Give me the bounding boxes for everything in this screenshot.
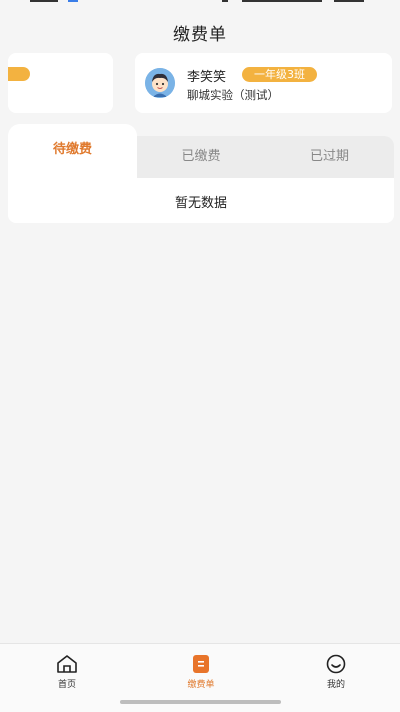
- status-bar: [0, 0, 400, 10]
- student-card-previous[interactable]: [8, 53, 113, 113]
- school-name: 聊城实验（测试）: [187, 88, 279, 102]
- class-badge: 一年级3班: [242, 67, 317, 82]
- tab-expired[interactable]: 已过期: [265, 136, 394, 178]
- home-indicator[interactable]: [120, 700, 281, 704]
- tabbar-item-mine[interactable]: 我的: [306, 654, 366, 690]
- bill-icon: [193, 655, 209, 673]
- student-name: 李笑笑: [187, 70, 227, 85]
- home-icon: [57, 655, 77, 673]
- profile-icon: [326, 654, 346, 674]
- tab-paid[interactable]: 已缴费: [137, 136, 265, 178]
- tabbar-item-bills[interactable]: 缴费单: [171, 654, 231, 690]
- avatar: [145, 68, 175, 98]
- tab-pending[interactable]: 待缴费: [8, 124, 137, 178]
- status-bar-left: [30, 0, 78, 2]
- class-badge-partial: [8, 67, 30, 81]
- tabbar-label-mine: 我的: [326, 680, 345, 690]
- empty-state-text: 暂无数据: [174, 196, 227, 211]
- student-avatar-icon: [145, 68, 175, 98]
- status-bar-right: [222, 0, 364, 2]
- tabbar-label-bills: 缴费单: [187, 680, 215, 690]
- tabbar-label-home: 首页: [57, 680, 76, 690]
- bill-list: 暂无数据: [8, 178, 394, 223]
- student-card[interactable]: 李笑笑 一年级3班 聊城实验（测试）: [135, 53, 392, 113]
- page-title: 缴费单: [173, 25, 227, 45]
- tabbar-item-home[interactable]: 首页: [37, 654, 97, 690]
- bill-status-tabs: 待缴费 已缴费 已过期: [8, 124, 394, 178]
